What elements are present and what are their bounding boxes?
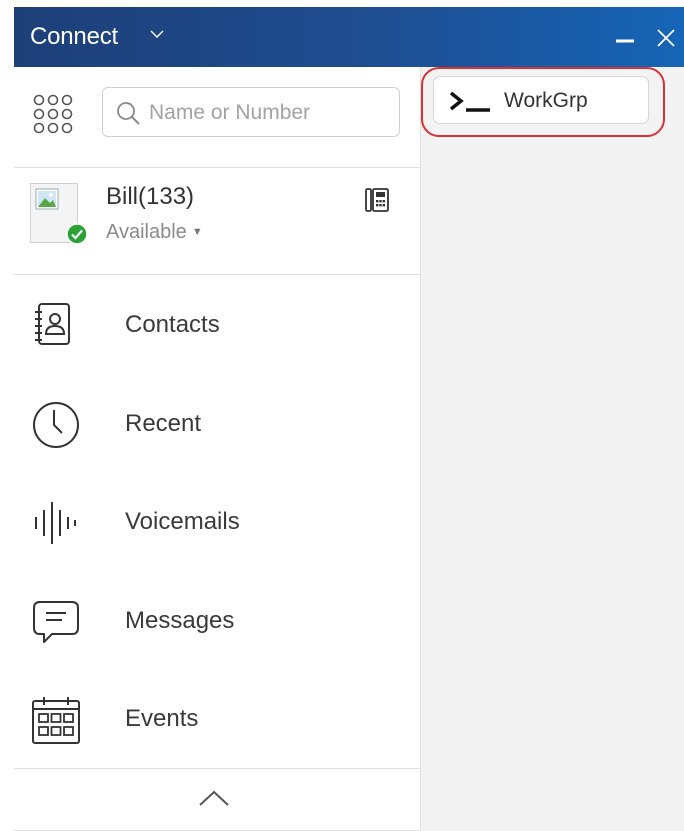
close-button[interactable] <box>650 21 680 51</box>
available-status-icon <box>66 223 88 245</box>
dialpad-icon[interactable] <box>32 93 74 135</box>
broken-image-icon <box>35 188 59 210</box>
contacts-book-icon <box>35 303 70 345</box>
minimize-button[interactable] <box>611 21 641 51</box>
title-bar: Connect <box>14 7 684 67</box>
search-box[interactable] <box>102 87 400 137</box>
workgroup-button[interactable]: WorkGrp <box>433 76 649 124</box>
workgroup-label: WorkGrp <box>504 89 588 112</box>
search-icon <box>117 102 140 125</box>
terminal-icon <box>449 91 490 112</box>
chat-bubble-icon <box>33 601 79 643</box>
voicemail-waveform-icon <box>35 502 76 544</box>
nav-item-voicemails[interactable]: Voicemails <box>14 477 420 567</box>
nav-item-contacts[interactable]: Contacts <box>14 280 420 370</box>
nav-label-messages: Messages <box>125 607 235 634</box>
desk-phone-icon[interactable] <box>364 187 390 213</box>
nav-label-contacts: Contacts <box>125 311 220 338</box>
nav-label-voicemails: Voicemails <box>125 508 240 535</box>
navigation-panel: Bill(133) Available ▼ <box>14 67 421 831</box>
nav-item-recent[interactable]: Recent <box>14 379 420 469</box>
user-card: Bill(133) Available ▼ <box>14 167 420 275</box>
chevron-up-icon <box>199 790 229 806</box>
collapse-button[interactable] <box>14 769 420 829</box>
search-input[interactable] <box>147 96 391 130</box>
nav-label-events: Events <box>125 705 199 732</box>
divider <box>14 274 420 275</box>
calendar-icon <box>32 697 80 744</box>
status-selector[interactable]: Available ▼ <box>106 221 203 244</box>
caret-down-icon: ▼ <box>191 226 203 238</box>
workgroup-panel: WorkGrp <box>421 67 684 831</box>
app-title[interactable]: Connect <box>30 23 118 51</box>
user-name: Bill(133) <box>106 183 195 210</box>
clock-icon <box>33 402 79 448</box>
chevron-down-icon[interactable] <box>150 29 164 39</box>
status-label: Available <box>106 221 187 243</box>
connect-window: Connect Name or Number Bill(133) Availab… <box>14 7 684 831</box>
nav-item-events[interactable]: Events <box>14 674 420 764</box>
nav-label-recent: Recent <box>125 410 202 437</box>
nav-item-messages[interactable]: Messages <box>14 576 420 666</box>
